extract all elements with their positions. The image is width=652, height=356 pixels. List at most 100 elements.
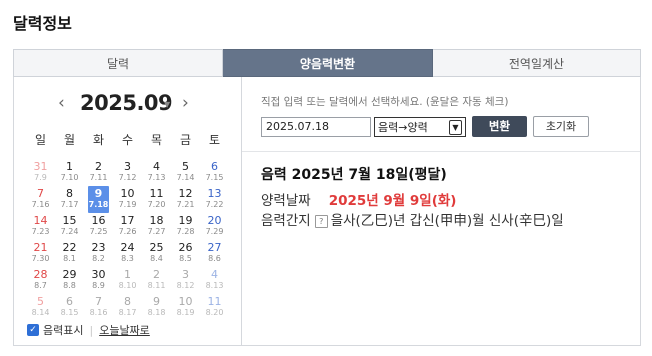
solar-day-number: 9 <box>94 187 103 200</box>
page-title: 달력정보 <box>13 14 72 33</box>
calendar-day[interactable]: 1 7.10 <box>55 159 84 186</box>
weekday-wed: 수 <box>121 133 134 147</box>
calendar-day[interactable]: 31 7.9 <box>26 159 55 186</box>
solar-day-number: 14 <box>33 214 48 227</box>
lunar-date: 8.17 <box>118 308 137 317</box>
lunar-date: 8.2 <box>92 254 105 263</box>
calendar-day-selected[interactable]: 9 7.18 <box>88 186 109 213</box>
help-icon[interactable]: ? <box>314 215 328 228</box>
solar-day-number: 16 <box>91 214 106 227</box>
calendar-day[interactable]: 4 8.13 <box>200 267 229 294</box>
lunar-date: 8.5 <box>179 254 192 263</box>
calendar-day[interactable]: 17 7.26 <box>113 213 142 240</box>
solar-day-number: 10 <box>120 187 135 200</box>
calendar-day[interactable]: 10 8.19 <box>171 294 200 321</box>
solar-day-number: 6 <box>66 295 73 308</box>
calendar-day[interactable]: 20 7.29 <box>200 213 229 240</box>
calendar-day[interactable]: 30 8.9 <box>84 267 113 294</box>
calendar-day[interactable]: 9 8.18 <box>142 294 171 321</box>
solar-day-number: 17 <box>120 214 135 227</box>
ganji-row: 음력간지? 을사(乙巳)년 갑신(甲申)월 신사(辛巳)일 <box>261 209 564 229</box>
date-input[interactable] <box>261 116 371 137</box>
solar-day-number: 20 <box>207 214 222 227</box>
current-year-month[interactable]: 2025.09 <box>80 91 173 115</box>
calendar-day[interactable]: 3 7.12 <box>113 159 142 186</box>
solar-day-number: 5 <box>182 160 189 173</box>
lunar-date: 8.10 <box>118 281 137 290</box>
calendar-day[interactable]: 19 7.28 <box>171 213 200 240</box>
lunar-date: 7.16 <box>31 200 50 209</box>
solar-day-number: 19 <box>178 214 193 227</box>
solar-day-number: 11 <box>207 295 222 308</box>
solar-day-number: 25 <box>149 241 164 254</box>
lunar-date: 7.12 <box>118 173 137 182</box>
calendar-day[interactable]: 22 8.1 <box>55 240 84 267</box>
reset-button[interactable]: 초기화 <box>533 116 589 137</box>
lunar-display-checkbox[interactable]: ✓ <box>27 324 39 336</box>
calendar-day[interactable]: 15 7.24 <box>55 213 84 240</box>
solar-day-number: 12 <box>178 187 193 200</box>
convert-form: 음력→양력 ▼ 변환 초기화 <box>261 116 589 137</box>
go-to-today-link[interactable]: 오늘날짜로 <box>99 322 150 338</box>
chevron-down-icon[interactable]: ▼ <box>164 100 170 109</box>
convert-button[interactable]: 변환 <box>472 116 527 137</box>
calendar-day[interactable]: 12 7.21 <box>171 186 200 213</box>
calendar-day[interactable]: 3 8.12 <box>171 267 200 294</box>
lunar-date: 7.13 <box>147 173 166 182</box>
solar-day-number: 8 <box>124 295 131 308</box>
conversion-mode-select[interactable]: 음력→양력 ▼ <box>374 116 466 137</box>
solar-day-number: 1 <box>124 268 131 281</box>
calendar-day[interactable]: 11 7.20 <box>142 186 171 213</box>
lunar-display-label[interactable]: 음력표시 <box>43 322 83 338</box>
next-month-icon[interactable]: › <box>182 93 189 113</box>
calendar-day[interactable]: 1 8.10 <box>113 267 142 294</box>
calendar-day[interactable]: 25 8.4 <box>142 240 171 267</box>
calendar-day[interactable]: 6 8.15 <box>55 294 84 321</box>
lunar-date: 7.24 <box>60 227 79 236</box>
calendar-day[interactable]: 27 8.6 <box>200 240 229 267</box>
lunar-date: 8.3 <box>121 254 134 263</box>
calendar-day[interactable]: 24 8.3 <box>113 240 142 267</box>
lunar-date: 7.22 <box>205 200 224 209</box>
lunar-date: 8.8 <box>63 281 76 290</box>
calendar-day[interactable]: 8 7.17 <box>55 186 84 213</box>
calendar-day[interactable]: 18 7.27 <box>142 213 171 240</box>
solar-day-number: 23 <box>91 241 106 254</box>
solar-day-number: 27 <box>207 241 222 254</box>
calendar-day[interactable]: 7 7.16 <box>26 186 55 213</box>
calendar-day[interactable]: 28 8.7 <box>26 267 55 294</box>
calendar-day[interactable]: 2 7.11 <box>84 159 113 186</box>
calendar-day[interactable]: 10 7.19 <box>113 186 142 213</box>
tab-discharge-date-calc[interactable]: 전역일계산 <box>433 49 641 77</box>
calendar-day[interactable]: 11 8.20 <box>200 294 229 321</box>
calendar-day[interactable]: 16 7.25 <box>84 213 113 240</box>
solar-day-number: 22 <box>62 241 77 254</box>
calendar-day[interactable]: 21 7.30 <box>26 240 55 267</box>
lunar-date: 7.15 <box>205 173 224 182</box>
solar-day-number: 7 <box>95 295 102 308</box>
lunar-date: 8.1 <box>63 254 76 263</box>
calendar-day[interactable]: 7 8.16 <box>84 294 113 321</box>
calendar-day[interactable]: 2 8.11 <box>142 267 171 294</box>
calendar-day[interactable]: 5 7.14 <box>171 159 200 186</box>
solar-day-number: 3 <box>182 268 189 281</box>
calendar-day[interactable]: 5 8.14 <box>26 294 55 321</box>
tab-calendar[interactable]: 달력 <box>13 49 223 77</box>
calendar-day[interactable]: 4 7.13 <box>142 159 171 186</box>
calendar-day[interactable]: 14 7.23 <box>26 213 55 240</box>
calendar-day[interactable]: 6 7.15 <box>200 159 229 186</box>
calendar-day[interactable]: 13 7.22 <box>200 186 229 213</box>
lunar-date: 7.26 <box>118 227 137 236</box>
weekday-fri: 금 <box>179 133 192 147</box>
solar-day-number: 28 <box>33 268 48 281</box>
calendar-day[interactable]: 26 8.5 <box>171 240 200 267</box>
lunar-date: 8.18 <box>147 308 166 317</box>
lunar-date: 8.9 <box>92 281 105 290</box>
lunar-date-result: 음력 2025년 7월 18일(평달) <box>261 167 447 183</box>
calendar-day[interactable]: 23 8.2 <box>84 240 113 267</box>
tab-solar-lunar-convert[interactable]: 양음력변환 <box>223 49 433 77</box>
prev-month-icon[interactable]: ‹ <box>58 93 65 113</box>
lunar-date: 8.7 <box>34 281 47 290</box>
calendar-day[interactable]: 29 8.8 <box>55 267 84 294</box>
calendar-day[interactable]: 8 8.17 <box>113 294 142 321</box>
